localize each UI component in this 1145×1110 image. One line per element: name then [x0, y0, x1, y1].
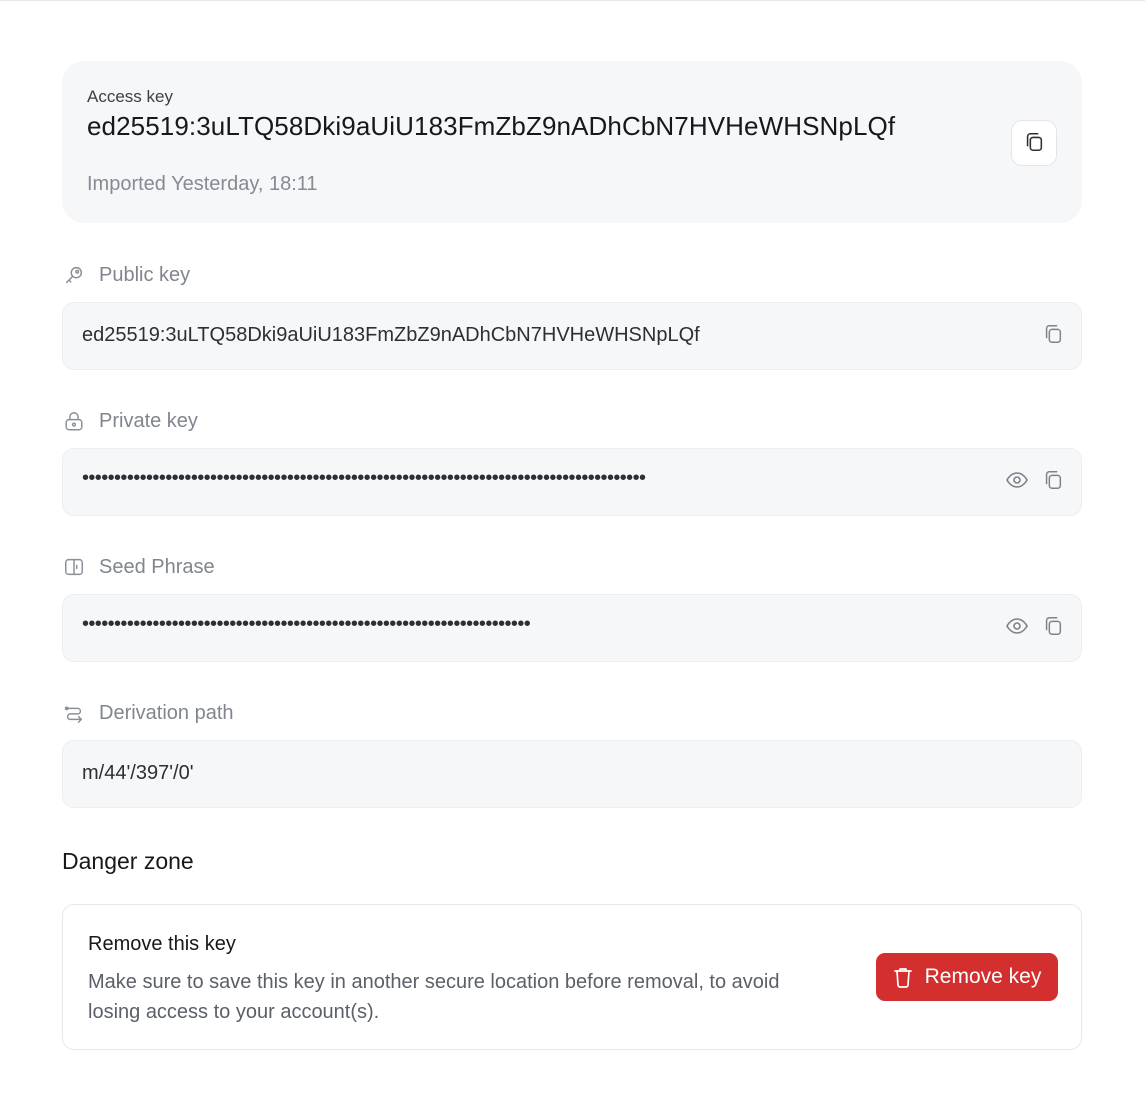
seed-phrase-label-text: Seed Phrase — [99, 555, 215, 578]
copy-icon — [1042, 469, 1064, 496]
access-key-value: ed25519:3uLTQ58Dki9aUiU183FmZbZ9nADhCbN7… — [87, 111, 896, 141]
danger-zone-card: Remove this key Make sure to save this k… — [62, 904, 1082, 1050]
copy-access-key-button[interactable] — [1011, 120, 1057, 166]
seed-phrase-field: ••••••••••••••••••••••••••••••••••••••••… — [62, 594, 1082, 662]
derivation-path-label: Derivation path — [62, 700, 234, 726]
seed-phrase-label: Seed Phrase — [62, 554, 215, 580]
derivation-path-field: m/44'/397'/0' — [62, 740, 1082, 808]
remove-key-heading: Remove this key — [88, 933, 236, 955]
copy-public-key-button[interactable] — [1041, 321, 1065, 351]
toggle-seed-phrase-visibility-button[interactable] — [1005, 613, 1029, 643]
book-icon — [62, 555, 86, 579]
copy-icon — [1042, 615, 1064, 642]
toggle-private-key-visibility-button[interactable] — [1005, 467, 1029, 497]
danger-zone-title: Danger zone — [62, 848, 194, 874]
lock-icon — [62, 409, 86, 433]
eye-icon — [1005, 614, 1029, 643]
trash-icon — [893, 966, 913, 988]
copy-private-key-button[interactable] — [1041, 467, 1065, 497]
public-key-label-text: Public key — [99, 263, 191, 286]
public-key-label: Public key — [62, 262, 190, 288]
remove-key-button[interactable]: Remove key — [876, 953, 1058, 1001]
remove-key-button-label: Remove key — [924, 965, 1042, 988]
access-key-imported-date: Imported Yesterday, 18:11 — [87, 173, 318, 195]
private-key-field: ••••••••••••••••••••••••••••••••••••••••… — [62, 448, 1082, 516]
private-key-masked-value: ••••••••••••••••••••••••••••••••••••••••… — [82, 467, 646, 489]
copy-icon — [1023, 131, 1045, 156]
key-icon — [62, 263, 86, 287]
route-icon — [62, 701, 86, 725]
eye-icon — [1005, 468, 1029, 497]
private-key-label-text: Private key — [99, 409, 198, 432]
top-divider — [0, 0, 1145, 1]
copy-seed-phrase-button[interactable] — [1041, 613, 1065, 643]
remove-key-description: Make sure to save this key in another se… — [88, 971, 780, 1023]
public-key-value: ed25519:3uLTQ58Dki9aUiU183FmZbZ9nADhCbN7… — [82, 324, 700, 346]
private-key-label: Private key — [62, 408, 198, 434]
access-key-label: Access key — [87, 87, 173, 106]
seed-phrase-masked-value: ••••••••••••••••••••••••••••••••••••••••… — [82, 613, 531, 635]
derivation-path-value: m/44'/397'/0' — [82, 762, 194, 784]
public-key-field: ed25519:3uLTQ58Dki9aUiU183FmZbZ9nADhCbN7… — [62, 302, 1082, 370]
access-key-card: Access key ed25519:3uLTQ58Dki9aUiU183FmZ… — [62, 61, 1082, 223]
copy-icon — [1042, 323, 1064, 350]
derivation-path-label-text: Derivation path — [99, 701, 234, 724]
